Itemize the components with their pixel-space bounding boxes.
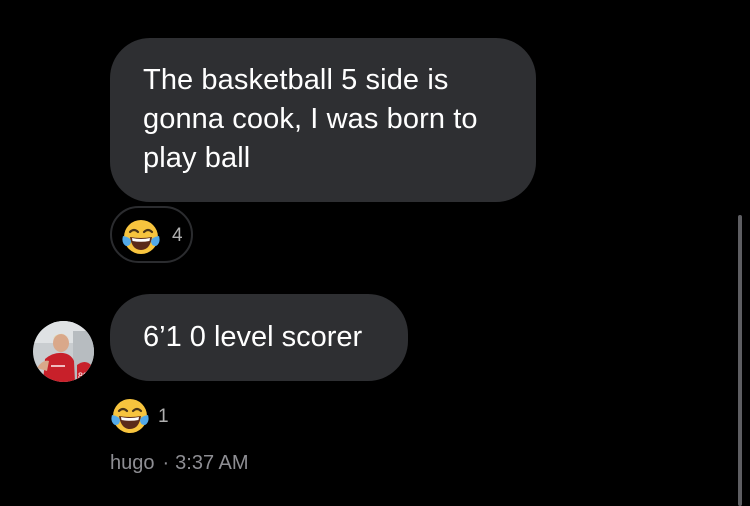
tears-of-joy-emoji-icon bbox=[111, 399, 149, 433]
reaction-count: 1 bbox=[158, 406, 169, 427]
svg-text:89: 89 bbox=[78, 371, 88, 381]
scrollbar[interactable] bbox=[738, 215, 742, 506]
reaction[interactable]: 1 bbox=[110, 396, 170, 436]
avatar-photo: 89 bbox=[33, 321, 94, 382]
message-text-line: play ball bbox=[143, 142, 251, 174]
sender-name: hugo bbox=[110, 452, 155, 474]
meta-separator: · bbox=[162, 452, 170, 474]
message-meta: hugo · 3:37 AM bbox=[110, 451, 249, 475]
tears-of-joy-emoji-icon bbox=[122, 220, 160, 254]
reaction-count: 4 bbox=[172, 225, 183, 246]
avatar[interactable]: 89 bbox=[33, 321, 94, 382]
message-bubble[interactable]: 6’1 0 level scorer bbox=[110, 294, 408, 381]
reaction-pill[interactable]: 4 bbox=[110, 206, 193, 263]
message-text-line: The basketball 5 side is bbox=[143, 64, 449, 96]
message-text: 6’1 0 level scorer bbox=[143, 321, 363, 353]
message-time: 3:37 AM bbox=[175, 452, 249, 474]
message-bubble[interactable]: The basketball 5 side is gonna cook, I w… bbox=[110, 38, 536, 202]
chat-thread: The basketball 5 side is gonna cook, I w… bbox=[0, 0, 750, 506]
message-text-line: gonna cook, I was born to bbox=[143, 103, 478, 135]
